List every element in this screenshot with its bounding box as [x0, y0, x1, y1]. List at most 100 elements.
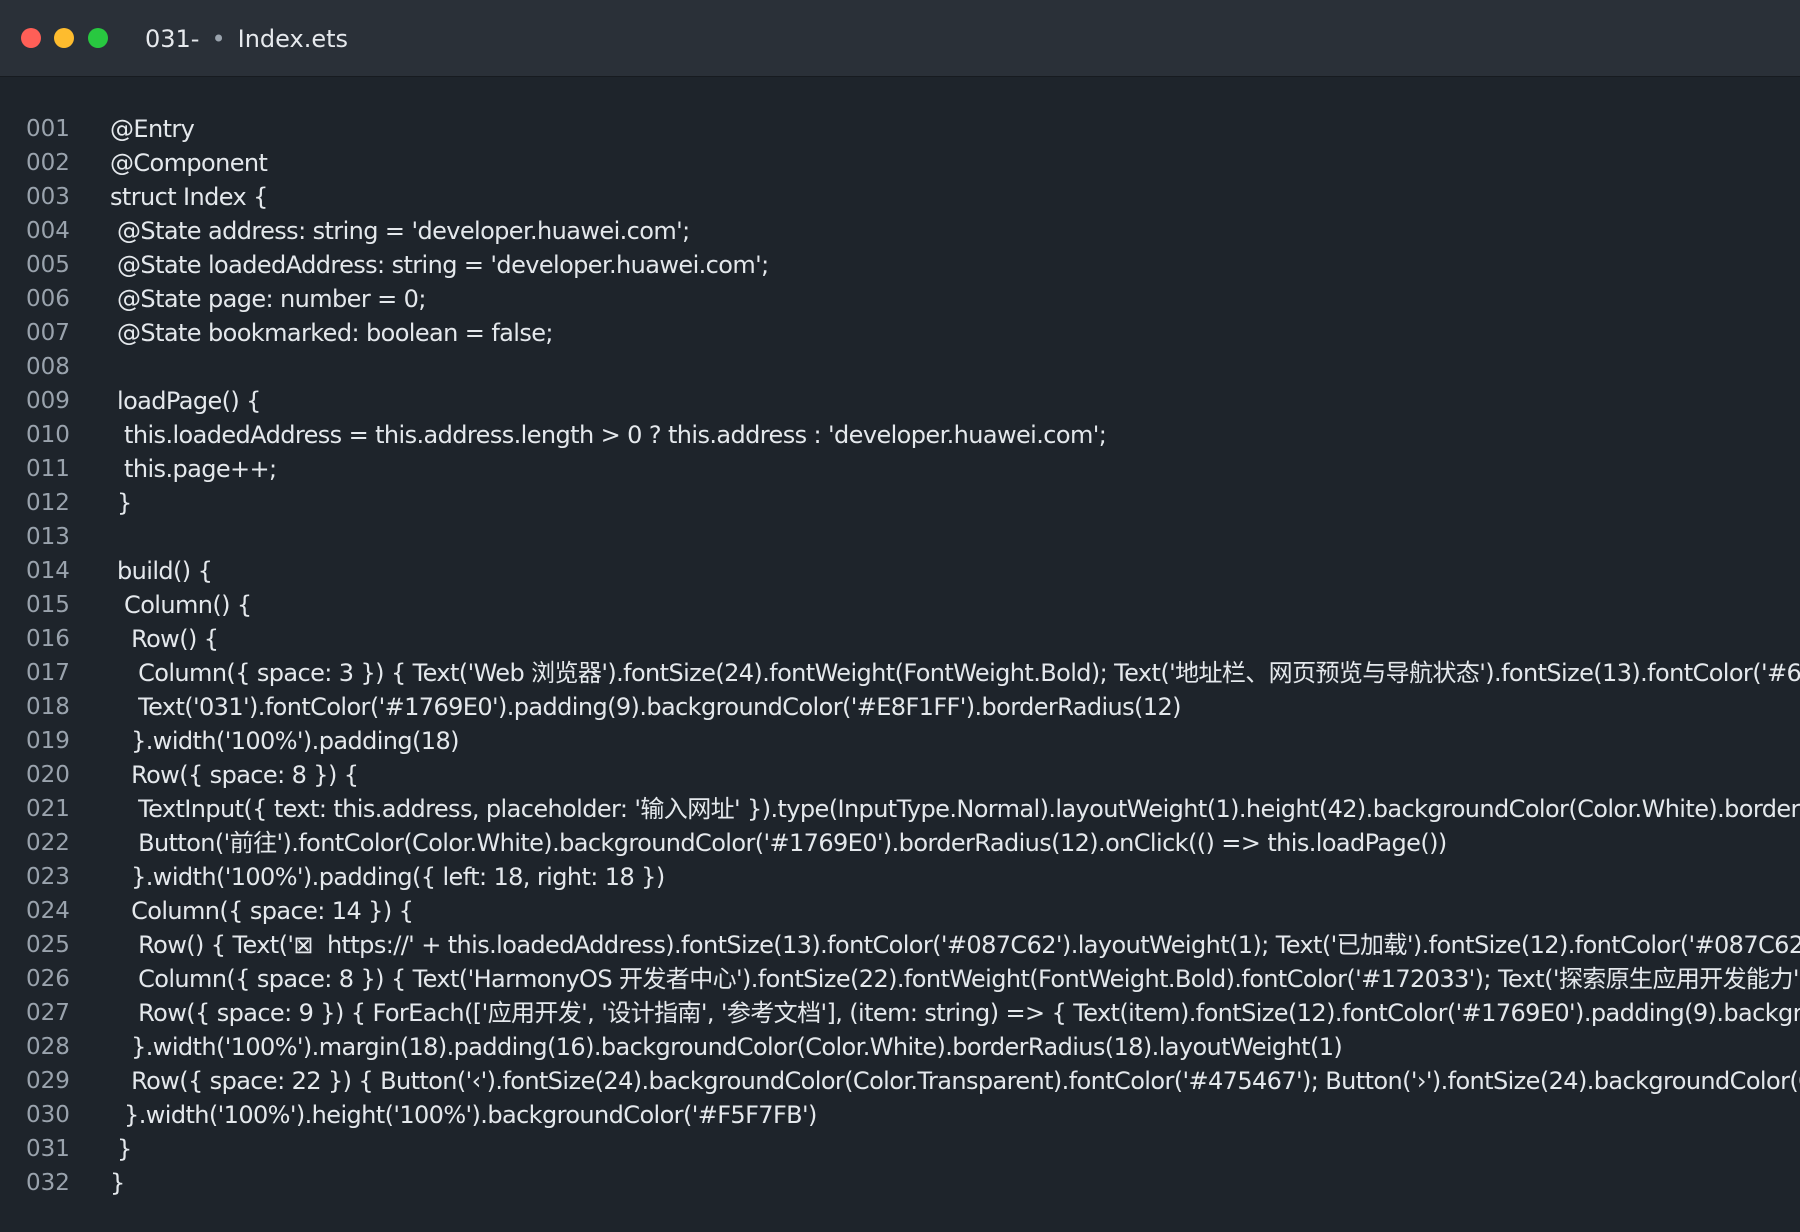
code-line-15: 015 Column() {: [0, 588, 1800, 622]
line-code[interactable]: loadPage() {: [110, 384, 261, 418]
line-number: 004: [26, 218, 70, 244]
line-code[interactable]: Column({ space: 8 }) { Text('HarmonyOS 开…: [110, 962, 1800, 996]
line-number: 017: [26, 660, 70, 686]
code-line-16: 016 Row() {: [0, 622, 1800, 656]
title-bar: 031- • Index.ets: [0, 0, 1800, 77]
line-code[interactable]: Row({ space: 8 }) {: [110, 758, 359, 792]
line-code[interactable]: }.width('100%').padding({ left: 18, righ…: [110, 860, 665, 894]
line-number: 012: [26, 490, 70, 516]
code-line-07: 007 @State bookmarked: boolean = false;: [0, 316, 1800, 350]
line-code[interactable]: Column() {: [110, 588, 252, 622]
line-number: 002: [26, 150, 70, 176]
code-line-32: 032}: [0, 1166, 1800, 1200]
line-code[interactable]: @Entry: [110, 112, 195, 146]
line-number: 003: [26, 184, 70, 210]
line-number: 011: [26, 456, 70, 482]
line-number: 005: [26, 252, 70, 278]
line-number: 024: [26, 898, 70, 924]
line-code[interactable]: Row({ space: 22 }) { Button('‹').fontSiz…: [110, 1064, 1800, 1098]
code-line-03: 003 struct Index {: [0, 180, 1800, 214]
line-number: 010: [26, 422, 70, 448]
code-line-09: 009 loadPage() {: [0, 384, 1800, 418]
close-window-button[interactable]: [21, 28, 41, 48]
line-number: 007: [26, 320, 70, 346]
code-line-13: 013: [0, 520, 1800, 554]
code-line-18: 018 Text('031').fontColor('#1769E0').pad…: [0, 690, 1800, 724]
line-number: 008: [26, 354, 70, 380]
minimize-window-button[interactable]: [54, 28, 74, 48]
line-code[interactable]: }: [110, 486, 132, 520]
code-line-21: 021 TextInput({ text: this.address, plac…: [0, 792, 1800, 826]
line-code[interactable]: Text('031').fontColor('#1769E0').padding…: [110, 690, 1181, 724]
line-number: 009: [26, 388, 70, 414]
code-line-25: 025 Row() { Text('⊠ https://' + this.loa…: [0, 928, 1800, 962]
code-line-05: 005 @State loadedAddress: string = 'deve…: [0, 248, 1800, 282]
code-line-17: 017 Column({ space: 3 }) { Text('Web 浏览器…: [0, 656, 1800, 690]
code-line-19: 019 }.width('100%').padding(18): [0, 724, 1800, 758]
code-line-10: 010 this.loadedAddress = this.address.le…: [0, 418, 1800, 452]
code-line-20: 020 Row({ space: 8 }) {: [0, 758, 1800, 792]
line-number: 014: [26, 558, 70, 584]
line-code[interactable]: Row() { Text('⊠ https://' + this.loadedA…: [110, 928, 1800, 962]
code-line-31: 031 }: [0, 1132, 1800, 1166]
maximize-window-button[interactable]: [88, 28, 108, 48]
line-code[interactable]: struct Index {: [110, 180, 268, 214]
code-line-27: 027 Row({ space: 9 }) { ForEach(['应用开发',…: [0, 996, 1800, 1030]
line-code[interactable]: TextInput({ text: this.address, placehol…: [110, 792, 1800, 826]
title-project: 031-: [145, 25, 200, 53]
code-line-28: 028 }.width('100%').margin(18).padding(1…: [0, 1030, 1800, 1064]
line-code[interactable]: build() {: [110, 554, 213, 588]
line-number: 029: [26, 1068, 70, 1094]
line-code[interactable]: }: [110, 1166, 125, 1200]
code-line-26: 026 Column({ space: 8 }) { Text('Harmony…: [0, 962, 1800, 996]
line-number: 022: [26, 830, 70, 856]
line-code[interactable]: @Component: [110, 146, 268, 180]
line-number: 001: [26, 116, 70, 142]
line-code[interactable]: Row({ space: 9 }) { ForEach(['应用开发', '设计…: [110, 996, 1800, 1030]
line-number: 026: [26, 966, 70, 992]
line-code[interactable]: @State address: string = 'developer.huaw…: [110, 214, 690, 248]
code-editor[interactable]: 001 @Entry 002 @Component 003 struct Index …: [0, 112, 1800, 1212]
line-number: 006: [26, 286, 70, 312]
code-line-14: 014 build() {: [0, 554, 1800, 588]
line-code[interactable]: @State bookmarked: boolean = false;: [110, 316, 553, 350]
code-line-22: 022 Button('前往').fontColor(Color.White).…: [0, 826, 1800, 860]
code-line-23: 023 }.width('100%').padding({ left: 18, …: [0, 860, 1800, 894]
code-line-08: 008: [0, 350, 1800, 384]
line-code[interactable]: @State page: number = 0;: [110, 282, 426, 316]
line-code[interactable]: }.width('100%').padding(18): [110, 724, 459, 758]
line-number: 020: [26, 762, 70, 788]
code-line-01: 001 @Entry: [0, 112, 1800, 146]
line-code[interactable]: }: [110, 1132, 132, 1166]
line-code[interactable]: Row() {: [110, 622, 219, 656]
line-number: 023: [26, 864, 70, 890]
line-code[interactable]: @State loadedAddress: string = 'develope…: [110, 248, 769, 282]
code-window: 031- • Index.ets 001 @Entry 002 @Component 0…: [0, 0, 1800, 1232]
line-code[interactable]: Column({ space: 14 }) {: [110, 894, 414, 928]
window-title: 031- • Index.ets: [145, 22, 348, 56]
line-number: 028: [26, 1034, 70, 1060]
code-line-12: 012 }: [0, 486, 1800, 520]
line-number: 021: [26, 796, 70, 822]
line-code[interactable]: this.page++;: [110, 452, 277, 486]
code-line-30: 030 }.width('100%').height('100%').backg…: [0, 1098, 1800, 1132]
line-number: 015: [26, 592, 70, 618]
line-code[interactable]: Column({ space: 3 }) { Text('Web 浏览器').f…: [110, 656, 1800, 690]
code-line-29: 029 Row({ space: 22 }) { Button('‹').fon…: [0, 1064, 1800, 1098]
line-code[interactable]: }.width('100%').margin(18).padding(16).b…: [110, 1030, 1343, 1064]
title-file: Index.ets: [237, 25, 349, 53]
code-line-06: 006 @State page: number = 0;: [0, 282, 1800, 316]
line-number: 027: [26, 1000, 70, 1026]
code-line-24: 024 Column({ space: 14 }) {: [0, 894, 1800, 928]
line-code[interactable]: this.loadedAddress = this.address.length…: [110, 418, 1107, 452]
line-number: 031: [26, 1136, 70, 1162]
line-number: 032: [26, 1170, 70, 1196]
line-number: 016: [26, 626, 70, 652]
line-code[interactable]: Button('前往').fontColor(Color.White).back…: [110, 826, 1447, 860]
code-line-11: 011 this.page++;: [0, 452, 1800, 486]
line-number: 030: [26, 1102, 70, 1128]
line-number: 013: [26, 524, 70, 550]
line-code[interactable]: }.width('100%').height('100%').backgroun…: [110, 1098, 817, 1132]
line-number: 018: [26, 694, 70, 720]
code-line-04: 004 @State address: string = 'developer.…: [0, 214, 1800, 248]
